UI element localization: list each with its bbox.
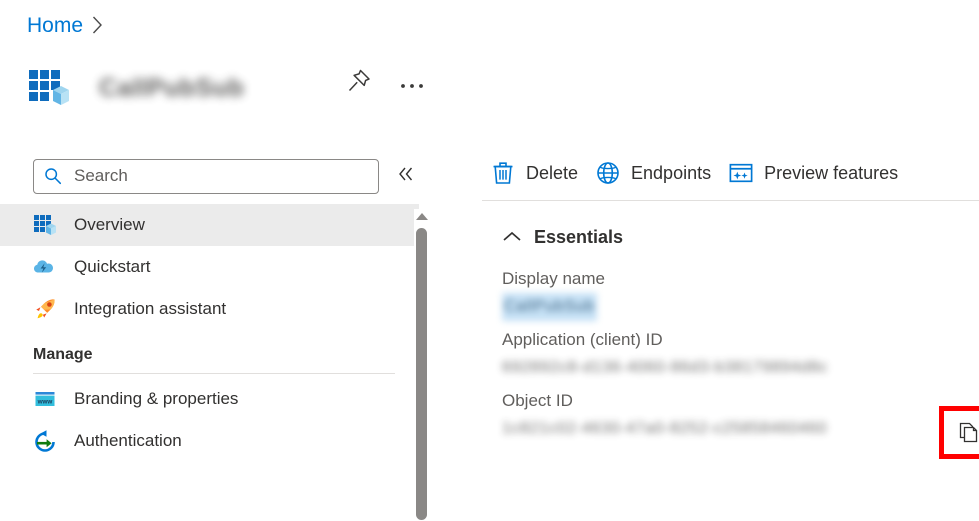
sidebar-section-manage: Manage xyxy=(33,346,93,363)
breadcrumb: Home xyxy=(27,11,103,41)
essentials-properties: Display name CallPubSub Application (cli… xyxy=(502,265,979,459)
sidebar-item-label: Authentication xyxy=(74,431,182,450)
chevron-right-icon xyxy=(93,16,102,33)
essentials-section: Essentials Display name CallPubSub Appli… xyxy=(460,201,979,459)
scrollbar-thumb[interactable] xyxy=(416,228,427,520)
chevron-up-icon xyxy=(502,227,522,247)
sidebar-item-label: Quickstart xyxy=(74,257,151,276)
command-label: Endpoints xyxy=(631,162,712,183)
sidebar: Overview Quickstart xyxy=(0,148,419,521)
essentials-toggle[interactable]: Essentials xyxy=(502,223,682,251)
authentication-arrow-icon xyxy=(33,429,57,453)
www-browser-icon: www xyxy=(33,387,57,411)
pin-button[interactable] xyxy=(341,62,377,104)
pin-icon xyxy=(346,68,372,99)
copy-icon xyxy=(957,421,979,445)
preview-features-button[interactable]: Preview features xyxy=(720,155,907,191)
command-bar: Delete Endpoints Preview features xyxy=(460,148,979,198)
double-chevron-left-icon xyxy=(397,166,415,186)
sidebar-item-label: Integration assistant xyxy=(74,299,227,318)
page-title-row: CallPubSub xyxy=(27,62,244,114)
collapse-sidebar-button[interactable] xyxy=(393,163,419,189)
essentials-title: Essentials xyxy=(534,226,624,247)
property-label: Object ID xyxy=(502,391,573,410)
azure-portal-page: Home CallPubSub Search Overview Quicksta… xyxy=(0,0,979,521)
property-application-client-id: Application (client) ID 692892c8-d136-40… xyxy=(502,326,979,382)
main-content: Delete Endpoints Preview features Essent… xyxy=(460,148,979,521)
sidebar-item-branding-properties[interactable]: www Branding & properties xyxy=(0,378,419,420)
property-object-id: Object ID 1c821c02-4630-47a0-8252-c25858… xyxy=(502,387,979,443)
property-value[interactable]: 1c821c02-4630-47a0-8252-c25858460460 xyxy=(502,415,979,443)
rocket-icon xyxy=(33,297,57,321)
svg-text:www: www xyxy=(37,398,53,405)
breadcrumb-home-link[interactable]: Home xyxy=(27,13,83,39)
delete-button[interactable]: Delete xyxy=(482,155,587,191)
sidebar-divider xyxy=(33,373,395,374)
copy-client-id-button-highlight[interactable] xyxy=(939,406,979,459)
search-box[interactable] xyxy=(33,158,380,194)
overview-icon xyxy=(33,213,57,237)
globe-icon xyxy=(596,161,620,185)
more-options-button[interactable] xyxy=(394,62,430,104)
search-input[interactable] xyxy=(72,161,352,191)
sidebar-item-overview[interactable]: Overview xyxy=(0,204,419,246)
property-value[interactable]: CallPubSub xyxy=(502,293,597,321)
endpoints-button[interactable]: Endpoints xyxy=(587,155,720,191)
trash-icon xyxy=(491,161,515,185)
preview-features-icon xyxy=(729,161,753,185)
sidebar-item-authentication[interactable]: Authentication xyxy=(0,420,419,462)
quickstart-cloud-icon xyxy=(33,255,57,279)
property-label: Display name xyxy=(502,269,605,288)
sidebar-scrollbar[interactable] xyxy=(414,209,431,521)
sidebar-item-label: Overview xyxy=(74,215,145,234)
property-label: Application (client) ID xyxy=(502,330,663,349)
search-icon xyxy=(44,167,62,185)
property-display-name: Display name CallPubSub xyxy=(502,265,979,321)
scroll-up-arrow-icon[interactable] xyxy=(416,213,428,220)
sidebar-nav-list: Overview Quickstart Integration assistan… xyxy=(0,204,419,462)
sidebar-item-label: Branding & properties xyxy=(74,389,239,408)
command-label: Delete xyxy=(526,162,579,183)
breadcrumb-chevron-icon xyxy=(92,16,103,39)
command-label: Preview features xyxy=(764,162,899,183)
sidebar-item-quickstart[interactable]: Quickstart xyxy=(0,246,419,288)
property-value[interactable]: 692892c8-d136-4060-86d3-b38179894d8c xyxy=(502,354,979,382)
page-title: CallPubSub xyxy=(99,73,245,102)
ellipsis-icon xyxy=(399,73,425,94)
sidebar-item-integration-assistant[interactable]: Integration assistant xyxy=(0,288,419,330)
app-registration-icon xyxy=(27,66,75,110)
sidebar-search-row xyxy=(0,148,419,204)
